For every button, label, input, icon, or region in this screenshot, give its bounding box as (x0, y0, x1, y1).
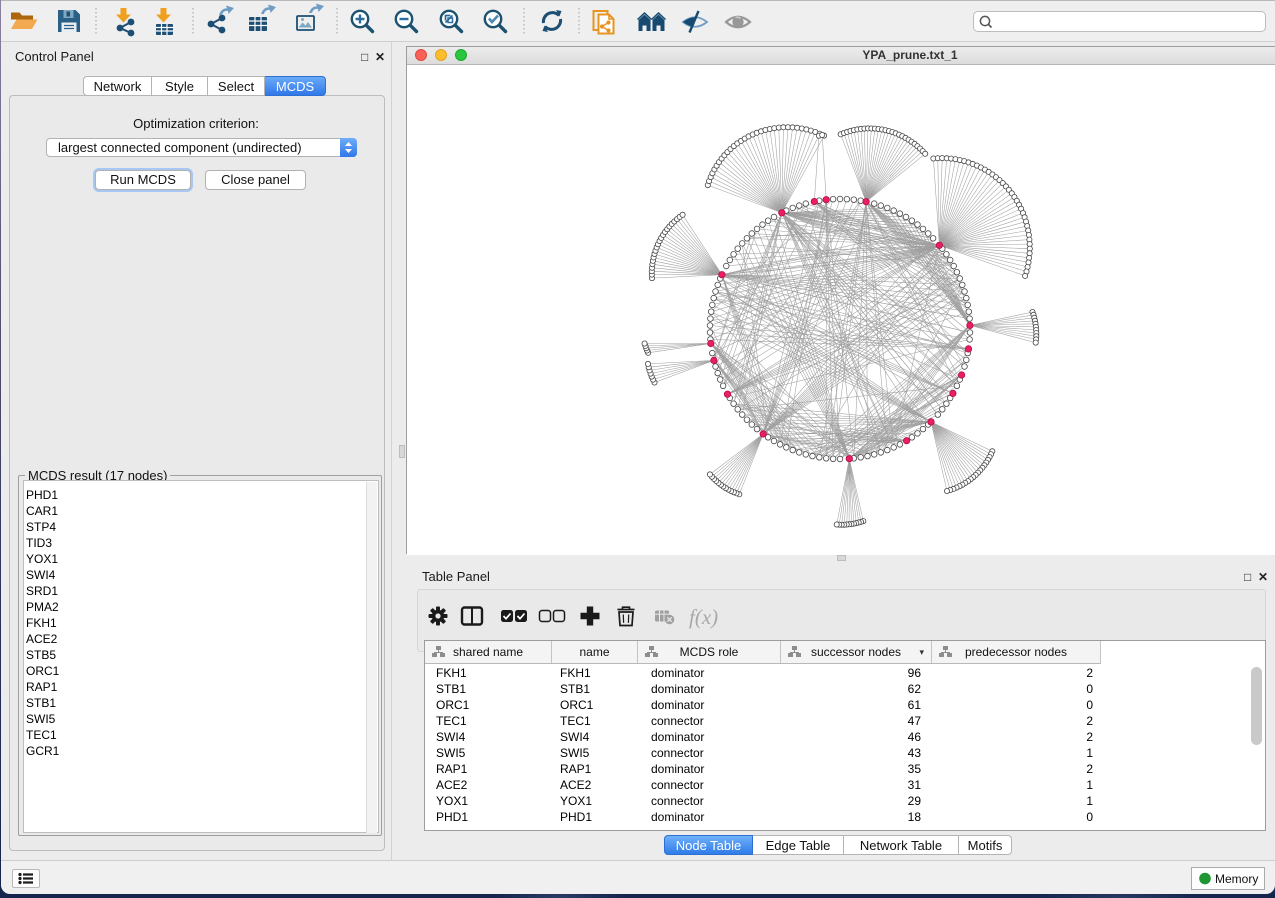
svg-text:Memory: Memory (1215, 872, 1258, 886)
svg-text:f(x): f(x) (689, 605, 718, 629)
